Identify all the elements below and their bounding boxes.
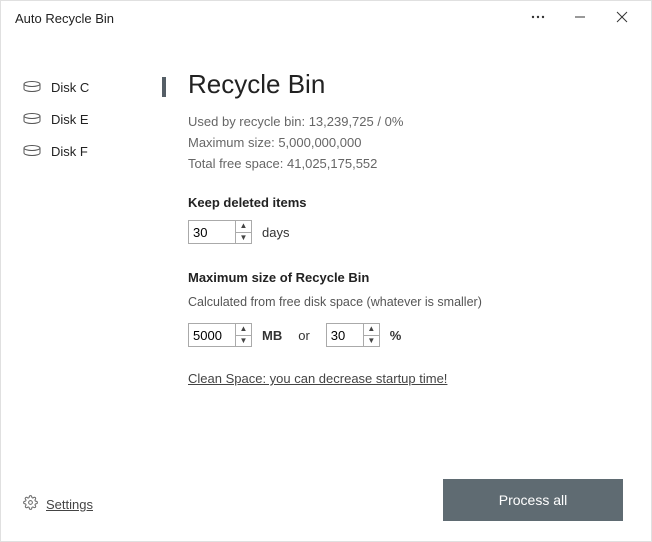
keep-items-label: Keep deleted items [188,195,623,210]
used-value: 13,239,725 / 0% [309,114,404,129]
maxsize-subtext: Calculated from free disk space (whateve… [188,295,623,309]
free-label: Total free space: [188,156,283,171]
keep-days-unit: days [262,225,289,240]
sidebar-item-label: Disk C [51,80,89,95]
sidebar-item-disk-c[interactable]: Disk C [1,71,166,103]
max-label: Maximum size: [188,135,275,150]
sidebar: Disk C Disk E Disk F [1,35,166,541]
process-all-button[interactable]: Process all [443,479,623,521]
ellipsis-icon [531,10,545,27]
pct-spinner[interactable]: ▲ ▼ [326,323,380,347]
footer-actions: Process all [188,459,623,521]
window-title: Auto Recycle Bin [15,11,517,26]
spinner-arrows: ▲ ▼ [235,324,251,346]
app-window: Auto Recycle Bin [0,0,652,542]
minimize-button[interactable] [559,3,601,33]
keep-days-input[interactable] [189,221,235,243]
spinner-down[interactable]: ▼ [236,233,251,244]
spinner-arrows: ▲ ▼ [363,324,379,346]
spinner-up[interactable]: ▲ [236,324,251,336]
keep-days-spinner[interactable]: ▲ ▼ [188,220,252,244]
settings-label: Settings [46,497,93,512]
free-value: 41,025,175,552 [287,156,377,171]
titlebar: Auto Recycle Bin [1,1,651,35]
sidebar-item-label: Disk F [51,144,88,159]
pct-unit: % [390,328,402,343]
body: Disk C Disk E Disk F [1,35,651,541]
sidebar-item-label: Disk E [51,112,89,127]
clean-space-link[interactable]: Clean Space: you can decrease startup ti… [188,371,623,386]
window-buttons [517,3,643,33]
disk-icon [23,113,41,125]
max-value: 5,000,000,000 [278,135,361,150]
spinner-up[interactable]: ▲ [364,324,379,336]
used-by-line: Used by recycle bin: 13,239,725 / 0% [188,114,623,129]
minimize-icon [574,11,586,26]
maxsize-label: Maximum size of Recycle Bin [188,270,623,285]
disk-icon [23,81,41,93]
spinner-arrows: ▲ ▼ [235,221,251,243]
maxsize-row: ▲ ▼ MB or ▲ ▼ % [188,323,623,347]
or-label: or [298,328,310,343]
spinner-up[interactable]: ▲ [236,221,251,233]
main-panel: Recycle Bin Used by recycle bin: 13,239,… [166,35,651,541]
keep-items-row: ▲ ▼ days [188,220,623,244]
settings-link[interactable]: Settings [1,495,166,531]
mb-unit: MB [262,328,282,343]
disk-icon [23,145,41,157]
used-label: Used by recycle bin: [188,114,305,129]
page-title: Recycle Bin [188,69,623,100]
spinner-down[interactable]: ▼ [236,336,251,347]
max-size-line: Maximum size: 5,000,000,000 [188,135,623,150]
close-icon [616,11,628,26]
free-space-line: Total free space: 41,025,175,552 [188,156,623,171]
sidebar-item-disk-e[interactable]: Disk E [1,103,166,135]
close-button[interactable] [601,3,643,33]
gear-icon [23,495,38,513]
sidebar-items: Disk C Disk E Disk F [1,71,166,495]
sidebar-item-disk-f[interactable]: Disk F [1,135,166,167]
mb-spinner[interactable]: ▲ ▼ [188,323,252,347]
more-button[interactable] [517,3,559,33]
spinner-down[interactable]: ▼ [364,336,379,347]
pct-input[interactable] [327,324,363,346]
mb-input[interactable] [189,324,235,346]
